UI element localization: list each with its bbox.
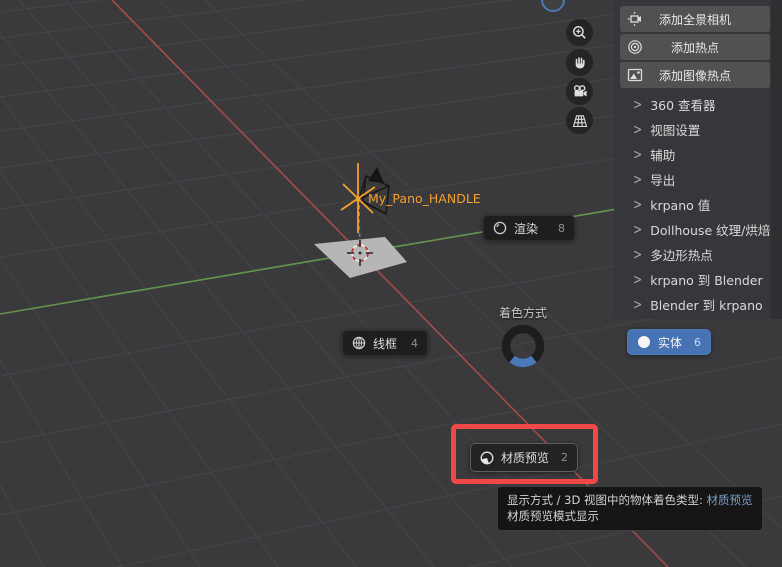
camera-icon <box>573 85 587 97</box>
section-view-settings[interactable]: > 视图设置 <box>620 117 772 142</box>
pie-item-shortcut: 6 <box>694 335 701 349</box>
section-label: krpano 值 <box>650 198 711 213</box>
grid-icon <box>572 114 587 127</box>
pie-item-label: 线框 <box>373 336 398 351</box>
pie-item-shortcut: 2 <box>561 451 568 464</box>
chevron-right-icon: > <box>633 146 643 163</box>
chevron-right-icon: > <box>633 96 643 113</box>
tooltip-value: 材质预览 <box>706 493 753 507</box>
section-label: Dollhouse 纹理/烘焙 <box>650 223 771 238</box>
button-label: 添加热点 <box>670 40 719 55</box>
wireframe-icon <box>352 336 366 350</box>
zoom-in-icon <box>573 26 586 39</box>
pie-menu-title: 着色方式 <box>498 306 547 320</box>
shading-pie-ring <box>501 324 545 368</box>
pie-item-shortcut: 4 <box>411 336 418 350</box>
chevron-right-icon: > <box>633 246 643 263</box>
section-label: 辅助 <box>650 148 676 163</box>
button-label: 添加图像热点 <box>658 68 731 83</box>
sidebar-scrollbar-gutter[interactable] <box>771 0 782 319</box>
section-polygon-hotspot[interactable]: > 多边形热点 <box>620 242 772 267</box>
section-blender-to-krpano[interactable]: > Blender 到 krpano <box>620 292 772 317</box>
chevron-right-icon: > <box>633 296 643 313</box>
render-icon <box>493 221 507 235</box>
pie-item-label: 实体 <box>658 335 683 350</box>
add-hotspot-button[interactable]: 添加热点 <box>620 34 770 60</box>
tooltip-line2: 材质预览模式显示 <box>507 509 599 523</box>
object-label: My_Pano_HANDLE <box>368 191 481 206</box>
section-label: 视图设置 <box>650 123 701 138</box>
section-label: 多边形热点 <box>650 248 713 263</box>
material-preview-icon <box>480 451 494 464</box>
tooltip-line1: 显示方式 / 3D 视图中的物体着色类型: 材质预览 <box>507 493 753 507</box>
hand-icon <box>575 57 585 69</box>
section-label: Blender 到 krpano <box>650 298 763 313</box>
add-image-hotspot-button[interactable]: 添加图像热点 <box>620 62 770 88</box>
section-krpano-values[interactable]: > krpano 值 <box>620 192 772 217</box>
sidebar-panel: 添加全景相机 添加热点 添加图像热点 > 360 查看器 > 视图设置 > 辅助… <box>614 0 782 319</box>
solid-icon <box>638 336 650 348</box>
panorama-camera-icon <box>627 12 641 26</box>
chevron-right-icon: > <box>633 271 643 288</box>
hotspot-icon <box>628 40 642 54</box>
section-dollhouse-bake[interactable]: > Dollhouse 纹理/烘焙 <box>620 217 772 242</box>
camera-view-button[interactable] <box>566 78 593 105</box>
pie-item-solid[interactable]: 实体 6 <box>627 329 711 355</box>
pie-item-render[interactable]: 渲染 8 <box>483 215 575 241</box>
section-label: 360 查看器 <box>650 98 716 113</box>
zoom-in-button[interactable] <box>566 19 593 46</box>
pie-item-wireframe[interactable]: 线框 4 <box>342 330 428 356</box>
pie-item-material-preview[interactable]: 材质预览 2 <box>470 443 578 472</box>
section-360-viewer[interactable]: > 360 查看器 <box>620 92 772 117</box>
section-label: krpano 到 Blender <box>650 273 763 288</box>
add-panorama-camera-button[interactable]: 添加全景相机 <box>620 6 770 32</box>
chevron-right-icon: > <box>633 121 643 138</box>
chevron-right-icon: > <box>633 221 643 238</box>
chevron-right-icon: > <box>633 196 643 213</box>
section-assist[interactable]: > 辅助 <box>620 142 772 167</box>
pie-item-label: 渲染 <box>514 221 539 236</box>
toggle-grid-button[interactable] <box>566 107 593 134</box>
pie-item-label: 材质预览 <box>501 451 550 465</box>
section-label: 导出 <box>650 173 676 188</box>
tooltip: 显示方式 / 3D 视图中的物体着色类型: 材质预览 材质预览模式显示 <box>497 486 763 531</box>
chevron-right-icon: > <box>633 171 643 188</box>
image-hotspot-icon <box>627 68 643 82</box>
pan-hand-button[interactable] <box>566 49 593 76</box>
button-label: 添加全景相机 <box>658 12 731 27</box>
section-krpano-to-blender[interactable]: > krpano 到 Blender <box>620 267 772 292</box>
pie-item-shortcut: 8 <box>558 221 565 235</box>
section-export[interactable]: > 导出 <box>620 167 772 192</box>
